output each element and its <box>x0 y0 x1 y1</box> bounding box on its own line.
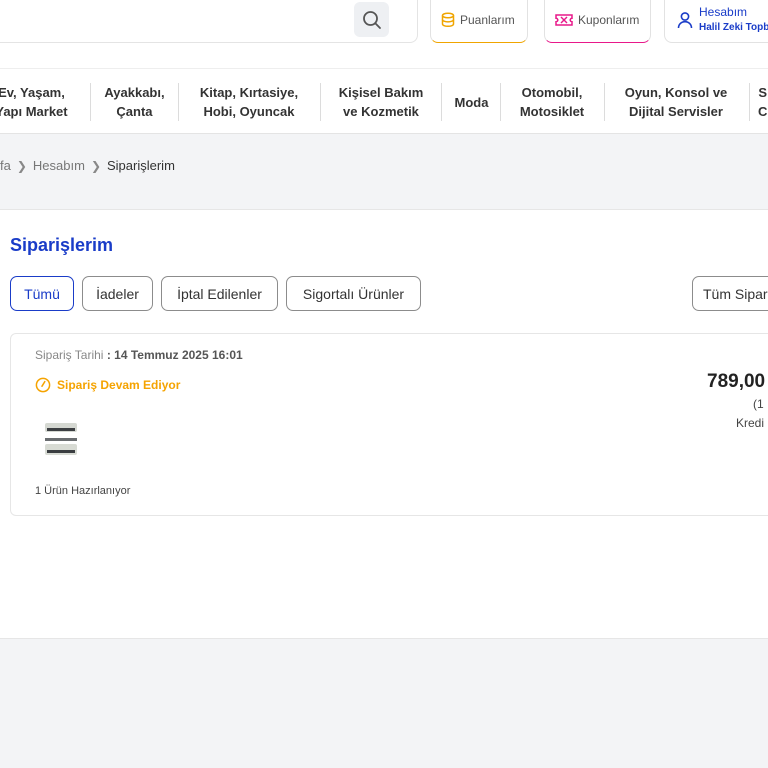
all-orders-select[interactable]: Tüm Sipar <box>692 276 768 311</box>
category-label: Kitap, Kırtasiye, Hobi, Oyuncak <box>200 83 298 121</box>
search-icon <box>362 10 381 29</box>
order-status-label: Sipariş Devam Ediyor <box>57 378 181 392</box>
category-label: SC <box>758 83 767 121</box>
order-item-count: (1 <box>753 397 764 411</box>
search-button[interactable] <box>354 2 389 37</box>
category-line2: Çanta <box>116 104 153 119</box>
coupons-label: Kuponlarım <box>578 12 640 27</box>
category-divider <box>320 83 321 121</box>
category-line2: ve Kozmetik <box>343 104 419 119</box>
order-date-value: : 14 Temmuz 2025 16:01 <box>106 348 243 362</box>
category-label: Oyun, Konsol ve Dijital Servisler <box>625 83 728 121</box>
account-title: Hesabım <box>699 4 748 19</box>
tab-cancelled[interactable]: İptal Edilenler <box>161 276 278 311</box>
order-items-note: 1 Ürün Hazırlanıyor <box>35 485 131 497</box>
account-button[interactable]: Hesabım Halil Zeki Topb <box>664 0 768 43</box>
category-line2: Motosiklet <box>519 104 585 119</box>
page-title: Siparişlerim <box>10 235 114 255</box>
category-divider <box>90 83 91 121</box>
category-label: Kişisel Bakım ve Kozmetik <box>339 83 424 121</box>
points-label: Puanlarım <box>460 12 515 27</box>
clock-icon <box>35 377 51 393</box>
category-nav: Ev, Yaşam, Yapı Market Ayakkabı, Çanta Kit… <box>0 68 768 134</box>
category-fashion[interactable]: Moda <box>445 81 498 123</box>
category-games-consoles[interactable]: Oyun, Konsol ve Dijital Servisler <box>608 81 744 123</box>
site-header: Puanlarım Kuponlarım Hesabım Halil Zeki … <box>0 0 768 68</box>
category-line1: Ayakkabı, <box>104 85 165 100</box>
category-automotive[interactable]: Otomobil, Motosiklet <box>504 81 600 123</box>
order-price: 789,00 <box>707 371 766 392</box>
breadcrumb-account-link[interactable]: Hesabım <box>33 158 85 173</box>
category-line1: Kitap, Kırtasiye, <box>199 85 299 100</box>
points-button[interactable]: Puanlarım <box>430 0 528 43</box>
tab-returns[interactable]: İadeler <box>82 276 153 311</box>
category-line1: Oyun, Konsol ve <box>624 85 728 100</box>
category-line1: Otomobil, <box>521 85 583 100</box>
category-label: Moda <box>454 94 489 110</box>
tab-insured[interactable]: Sigortalı Ürünler <box>286 276 421 311</box>
category-line1: Kişisel Bakım <box>338 85 424 100</box>
chevron-right-icon: ❯ <box>16 158 27 173</box>
category-line2: Hobi, Oyuncak <box>203 104 295 119</box>
category-partial[interactable]: SC <box>758 81 768 123</box>
category-line1: S <box>758 85 768 100</box>
category-personal-care[interactable]: Kişisel Bakım ve Kozmetik <box>324 81 438 123</box>
breadcrumb: fa ❯ Hesabım ❯ Siparişlerim <box>0 158 175 173</box>
orders-panel: Siparişlerim Tümü İadeler İptal Edilenle… <box>0 209 768 639</box>
category-divider <box>178 83 179 121</box>
category-label: Ayakkabı, Çanta <box>104 83 164 121</box>
product-thumbnail[interactable] <box>41 418 81 460</box>
coins-icon <box>441 11 455 27</box>
category-label: Ev, Yaşam, Yapı Market <box>0 83 68 121</box>
category-line2: Dijital Servisler <box>629 104 723 119</box>
order-date: Sipariş Tarihi : 14 Temmuz 2025 16:01 <box>35 348 243 362</box>
category-line1: Ev, Yaşam, <box>0 85 65 100</box>
order-status: Sipariş Devam Ediyor <box>35 377 180 393</box>
account-name: Halil Zeki Topb <box>699 21 768 33</box>
category-divider <box>604 83 605 121</box>
category-divider <box>500 83 501 121</box>
category-divider <box>441 83 442 121</box>
account-text: Hesabım Halil Zeki Topb <box>699 5 768 35</box>
category-books-hobby[interactable]: Kitap, Kırtasiye, Hobi, Oyuncak <box>182 81 316 123</box>
chevron-right-icon: ❯ <box>90 158 101 173</box>
search-input[interactable] <box>0 0 418 43</box>
category-line2: C <box>758 104 768 119</box>
user-icon <box>677 11 693 28</box>
category-label: Otomobil, Motosiklet <box>520 83 584 121</box>
category-shoes-bags[interactable]: Ayakkabı, Çanta <box>94 81 175 123</box>
order-card[interactable]: Sipariş Tarihi : 14 Temmuz 2025 16:01 Si… <box>10 333 768 516</box>
breadcrumb-current: Siparişlerim <box>107 158 175 173</box>
category-home-living[interactable]: Ev, Yaşam, Yapı Market <box>0 81 78 123</box>
order-payment-method: Kredi <box>736 416 765 430</box>
ticket-icon <box>555 13 573 26</box>
order-date-label: Sipariş Tarihi <box>35 348 104 362</box>
coupons-button[interactable]: Kuponlarım <box>544 0 651 43</box>
category-line2: Yapı Market <box>0 104 68 119</box>
breadcrumb-home-link[interactable]: fa <box>0 158 11 173</box>
tab-all[interactable]: Tümü <box>10 276 74 311</box>
category-divider <box>749 83 750 121</box>
